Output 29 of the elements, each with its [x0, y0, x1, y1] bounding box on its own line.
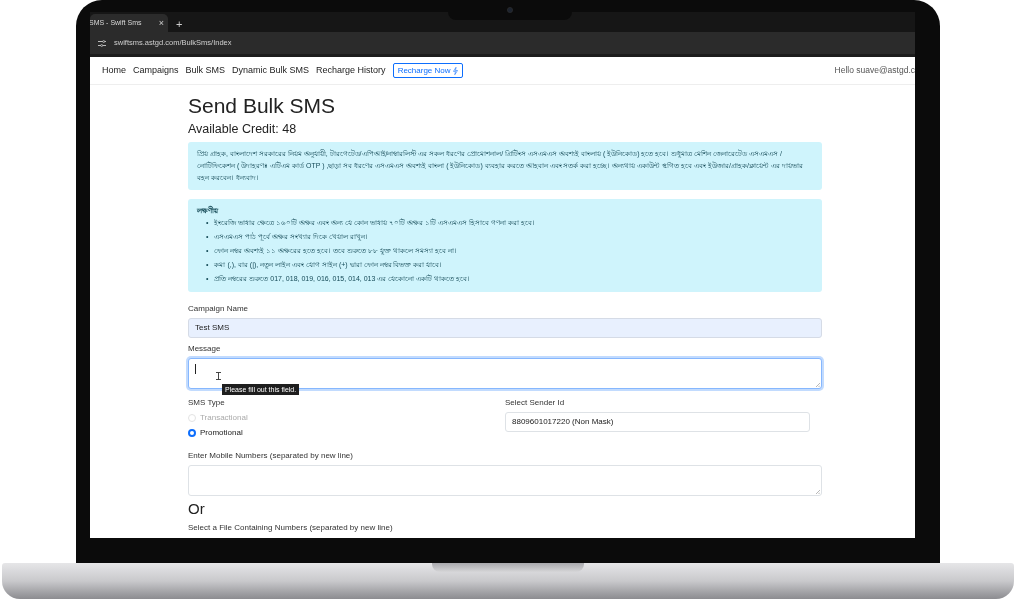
nav-link[interactable]: Bulk SMS	[185, 63, 226, 78]
lightning-icon	[452, 66, 458, 75]
sender-id-select[interactable]: 8809601017220 (Non Mask)	[505, 412, 810, 432]
radio-label[interactable]: Promotional	[200, 427, 243, 439]
field-label: SMS Type	[188, 397, 226, 408]
credit-text: Available Credit: 48	[188, 121, 298, 137]
or-heading: Or	[188, 499, 206, 519]
nav-link[interactable]: Dynamic Bulk SMS	[232, 63, 310, 78]
recharge-now-button[interactable]: Recharge Now	[392, 63, 463, 78]
user-greeting: Hello suave@astgd.c	[834, 64, 915, 77]
nav-link[interactable]: Recharge History	[316, 63, 386, 78]
site-settings-icon[interactable]	[98, 39, 106, 47]
mobile-numbers-field[interactable]	[188, 465, 822, 496]
field-label: Select Sender Id	[505, 397, 566, 408]
nav-link[interactable]: Campaigns	[133, 63, 179, 78]
page-title: Send Bulk SMS	[188, 93, 337, 119]
close-tab-icon[interactable]: ×	[158, 18, 164, 28]
camera-icon	[507, 7, 513, 13]
field-label: Select a File Containing Numbers (separated by new line)	[188, 522, 394, 533]
campaign-name-field[interactable]: Test SMS	[188, 318, 822, 338]
radio-button[interactable]	[188, 429, 196, 437]
resize-handle-icon[interactable]	[815, 489, 820, 494]
nav-link[interactable]: Home	[102, 63, 126, 78]
field-label: Message	[188, 343, 222, 354]
field-label: Campaign Name	[188, 303, 250, 314]
resize-handle-icon[interactable]	[815, 382, 820, 387]
text-cursor-icon	[216, 372, 221, 380]
field-label: Enter Mobile Numbers (separated by new line)	[188, 450, 354, 461]
new-tab-button[interactable]: +	[176, 19, 183, 30]
